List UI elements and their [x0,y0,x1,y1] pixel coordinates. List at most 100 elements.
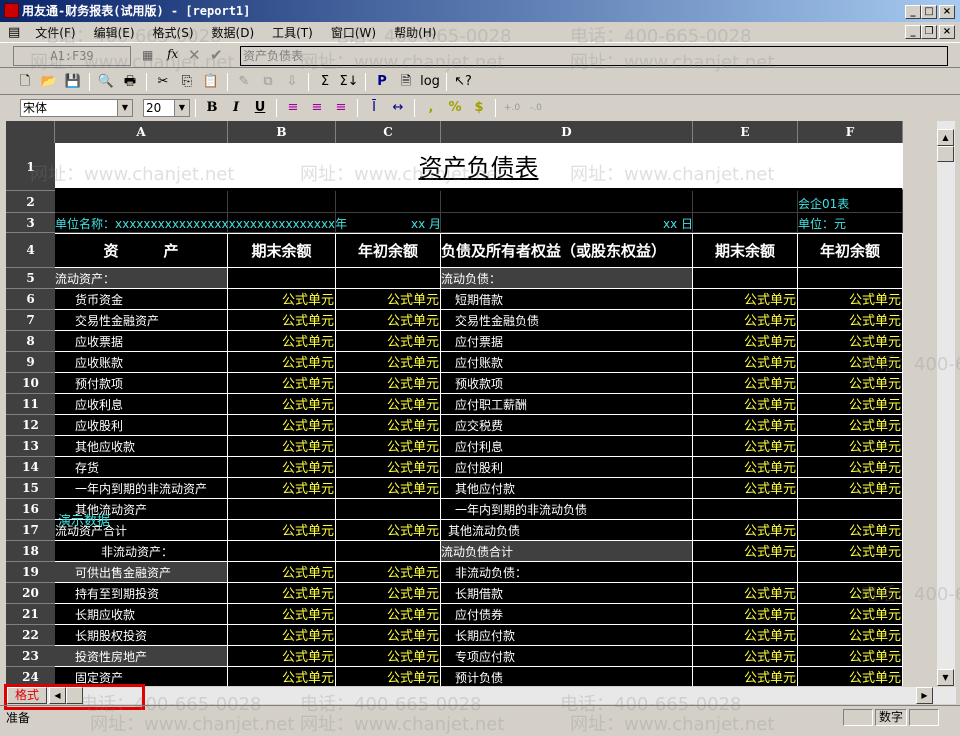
liability-label[interactable]: 应付股利 [441,457,693,478]
help-icon[interactable]: ↖? [452,72,474,92]
column-title[interactable]: 年初余额 [798,233,903,268]
formula-cell[interactable]: 公式单元 [693,604,798,625]
formula-cell[interactable]: 公式单元 [693,289,798,310]
maximize-button[interactable]: □ [921,5,937,19]
open-icon[interactable]: 📂 [38,72,60,92]
cell[interactable] [228,499,336,520]
liability-label[interactable]: 流动负债合计 [441,541,693,562]
row-header[interactable]: 3 [6,213,55,233]
formula-cell[interactable]: 公式单元 [693,625,798,646]
page-icon[interactable]: 🗎 [395,72,417,92]
asset-label[interactable]: 存货 [55,457,228,478]
row-header[interactable]: 8 [6,331,55,352]
formula-cell[interactable]: 公式单元 [798,394,903,415]
asset-label[interactable]: 一年内到期的非流动资产 [55,478,228,499]
function-wizard-icon[interactable]: ▦ [142,48,153,62]
insert-icon[interactable]: ⧉ [257,72,279,92]
formula-cell[interactable]: 公式单元 [336,415,441,436]
row-header[interactable]: 20 [6,583,55,604]
menu-tools[interactable]: 工具(T) [269,24,316,41]
cell[interactable] [336,541,441,562]
new-icon[interactable]: 🗋 [14,72,36,92]
formula-cell[interactable]: 公式单元 [228,478,336,499]
row-header[interactable]: 2 [6,191,55,213]
formula-cell[interactable]: 公式单元 [693,373,798,394]
liability-label[interactable]: 其他流动负债 [441,520,693,541]
cell[interactable] [693,191,798,213]
formula-cell[interactable]: 公式单元 [336,331,441,352]
formula-cell[interactable]: 公式单元 [228,394,336,415]
cell[interactable] [441,191,693,213]
align-right-icon[interactable]: ≡ [330,98,352,118]
row-header[interactable]: 22 [6,625,55,646]
asset-label[interactable]: 长期股权投资 [55,625,228,646]
formula-cell[interactable]: 公式单元 [228,415,336,436]
formula-cell[interactable]: 公式单元 [336,310,441,331]
menu-format[interactable]: 格式(S) [150,24,197,41]
minimize-button[interactable]: _ [905,5,921,19]
currency-icon[interactable]: $ [468,98,490,118]
formula-cell[interactable]: 公式单元 [693,415,798,436]
formula-cell[interactable]: 公式单元 [336,394,441,415]
fx-icon[interactable]: fx [167,47,178,61]
formula-cell[interactable]: 公式单元 [693,352,798,373]
column-title[interactable]: 资 产 [55,233,228,268]
formula-cell[interactable]: 公式单元 [228,331,336,352]
decrease-decimal-icon[interactable]: -.0 [525,98,547,118]
cell[interactable] [798,562,903,583]
chevron-down-icon[interactable]: ▼ [117,100,132,116]
row-header[interactable]: 9 [6,352,55,373]
increase-decimal-icon[interactable]: +.0 [501,98,523,118]
italic-icon[interactable]: I [225,98,247,118]
formula-cell[interactable]: 公式单元 [336,562,441,583]
underline-icon[interactable]: U [249,98,271,118]
print-preview-icon[interactable]: 🔍 [95,72,117,92]
cell[interactable] [798,268,903,289]
column-header-f[interactable]: F [798,121,903,143]
formula-cell[interactable]: 公式单元 [228,562,336,583]
liability-label[interactable]: 一年内到期的非流动负债 [441,499,693,520]
cell[interactable] [336,268,441,289]
asset-label[interactable]: 投资性房地产 [55,646,228,667]
formula-cell[interactable]: 公式单元 [693,646,798,667]
column-title[interactable]: 负债及所有者权益（或股东权益） [441,233,693,268]
document-icon[interactable]: ▤ [8,25,20,40]
cell[interactable] [693,268,798,289]
child-restore-button[interactable]: ❐ [921,25,937,39]
formula-cell[interactable]: 公式单元 [798,331,903,352]
formula-cell[interactable]: 公式单元 [228,667,336,686]
liability-label[interactable]: 其他应付款 [441,478,693,499]
size-select[interactable]: 20 ▼ [143,99,190,117]
menu-file[interactable]: 文件(F) [32,24,78,41]
liability-label[interactable]: 应付利息 [441,436,693,457]
asset-label[interactable]: 持有至到期投资 [55,583,228,604]
asset-label[interactable]: 应收票据 [55,331,228,352]
formula-cell[interactable]: 公式单元 [693,436,798,457]
asset-label[interactable]: 长期应收款 [55,604,228,625]
child-minimize-button[interactable]: _ [905,25,921,39]
formula-cell[interactable]: 公式单元 [228,625,336,646]
liability-label[interactable]: 长期借款 [441,583,693,604]
row-header[interactable]: 18 [6,541,55,562]
formula-cell[interactable]: 公式单元 [336,352,441,373]
formula-cell[interactable]: 公式单元 [336,457,441,478]
align-left-icon[interactable]: ≡ [282,98,304,118]
row-header[interactable]: 11 [6,394,55,415]
cancel-icon[interactable]: ✕ [188,46,201,64]
sum-icon[interactable]: Σ [314,72,336,92]
asset-label[interactable]: 可供出售金融资产 [55,562,228,583]
row-header[interactable]: 7 [6,310,55,331]
formula-cell[interactable]: 公式单元 [798,436,903,457]
app-icon[interactable] [4,3,19,18]
row-header[interactable]: 10 [6,373,55,394]
column-header-a[interactable]: A [55,121,228,143]
liability-label[interactable]: 应付职工薪酬 [441,394,693,415]
print-icon[interactable]: 🖶 [119,72,141,92]
cut-icon[interactable]: ✂ [152,72,174,92]
cell[interactable] [228,541,336,562]
formula-cell[interactable]: 公式单元 [228,520,336,541]
asset-label[interactable]: 预付款项 [55,373,228,394]
cell[interactable] [228,268,336,289]
asset-label[interactable]: 应收账款 [55,352,228,373]
format-painter-icon[interactable]: ✎ [233,72,255,92]
